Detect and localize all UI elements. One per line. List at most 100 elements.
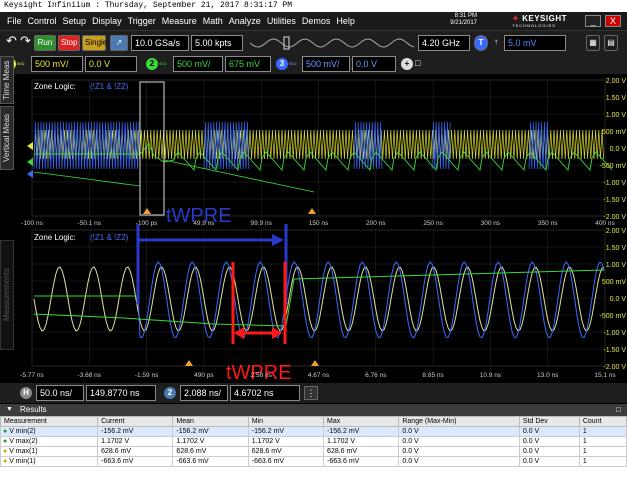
menu-display[interactable]: Display	[89, 16, 125, 26]
measurement-value: 1.1702 V	[97, 436, 174, 447]
timebase-navigator[interactable]	[250, 36, 415, 50]
menu-math[interactable]: Math	[200, 16, 226, 26]
menu-file[interactable]: File	[4, 16, 25, 26]
add-channel-icon[interactable]: +	[401, 58, 413, 70]
redo-icon[interactable]: ↷	[18, 34, 33, 51]
results-col-header[interactable]: Max	[323, 416, 400, 427]
memory-depth-field[interactable]: 5.00 kpts	[191, 35, 243, 51]
y-tick-label: 2.00 V	[606, 228, 627, 235]
results-col-header[interactable]: Range (Max-Min)	[398, 416, 520, 427]
channel-2-icon[interactable]: 2	[146, 58, 158, 70]
measurement-value: 0.0 V	[398, 436, 520, 447]
single-button[interactable]: Single	[82, 35, 107, 51]
channel-3-scale[interactable]: 500 mV/	[302, 56, 350, 72]
menu-measure[interactable]: Measure	[159, 16, 200, 26]
trigger-level-field[interactable]: 5.0 mV	[504, 35, 566, 51]
x-tick-label: 200 ns	[366, 220, 386, 227]
menu-demos[interactable]: Demos	[299, 16, 334, 26]
minimize-button[interactable]: _	[585, 15, 601, 27]
y-tick-label: -1.50 V	[603, 197, 626, 204]
measurement-value: -663.6 mV	[172, 456, 249, 467]
channel-ground-markers	[27, 142, 33, 178]
x-tick-label: 8.85 ns	[422, 372, 444, 379]
top-zone-expr: (!Z1 & !Z2)	[90, 82, 129, 91]
horizontal-icon[interactable]: H	[20, 387, 32, 399]
results-col-header[interactable]: Current	[97, 416, 174, 427]
undo-icon[interactable]: ↶	[4, 34, 19, 51]
horizontal-menu-icon[interactable]: ⋮	[304, 386, 318, 400]
collapse-icon[interactable]: ▼	[6, 404, 13, 416]
layout-icon[interactable]: ▦	[586, 35, 600, 51]
x-tick-label: -50.1 ns	[78, 220, 102, 227]
run-button[interactable]: Run	[34, 35, 56, 51]
channel-1-scale[interactable]: 500 mV/	[31, 56, 83, 72]
menu-trigger[interactable]: Trigger	[125, 16, 159, 26]
measurement-value: 0.0 V	[398, 446, 520, 457]
stop-button[interactable]: Stop	[58, 35, 80, 51]
measurement-value: 1	[578, 426, 627, 437]
channel-1-impedance: 50Ω	[17, 61, 25, 66]
auto-scale-icon[interactable]: ↗	[110, 35, 128, 51]
results-col-header[interactable]: Count	[578, 416, 627, 427]
channel-3-offset[interactable]: 0.0 V	[352, 56, 396, 72]
pin-icon[interactable]: □	[415, 58, 420, 68]
close-button[interactable]: X	[605, 15, 621, 27]
measurement-value: 0.0 V	[398, 426, 520, 437]
results-col-header[interactable]: Min	[247, 416, 325, 427]
channel-2-scale[interactable]: 500 mV/	[173, 56, 223, 72]
channel-3-icon[interactable]: 3	[276, 58, 288, 70]
y-tick-label: 1.00 V	[606, 112, 627, 119]
results-row[interactable]: ● V max(1) 628.6 mV 628.6 mV 628.6 mV 628.6 …	[0, 446, 627, 457]
menu-bar: File Control Setup Display Trigger Measure Mat…	[0, 12, 627, 30]
sample-rate-field[interactable]: 10.0 GSa/s	[131, 35, 189, 51]
zoom-scale-field[interactable]: 2.088 ns/	[180, 385, 228, 401]
measurement-value: 0.0 V	[398, 456, 520, 467]
menu-utilities[interactable]: Utilities	[264, 16, 299, 26]
bottom-zone-title: Zone Logic:	[34, 233, 76, 242]
tab-vertical-meas[interactable]: Vertical Meas	[0, 106, 14, 170]
x-tick-label: 99.9 ns	[251, 220, 273, 227]
trigger-source-icon[interactable]: T	[474, 35, 488, 51]
x-tick-label: 490 ps	[194, 372, 214, 379]
results-row[interactable]: ● V min(1) -663.6 mV -663.6 mV -663.6 mV -66…	[0, 456, 627, 467]
tab-measurements[interactable]: Measurements	[0, 240, 14, 350]
measurement-value: 0.0 V	[518, 456, 580, 467]
y-tick-label: -1.00 V	[603, 180, 626, 187]
y-tick-label: -1.50 V	[603, 347, 626, 354]
y-tick-label: 1.50 V	[606, 245, 627, 252]
brand-name: KEYSIGHT	[522, 14, 567, 23]
x-tick-label: 4.67 ns	[308, 372, 330, 379]
clock-date: 9/21/2017	[450, 20, 477, 26]
bandwidth-field[interactable]: 4.20 GHz	[418, 35, 470, 51]
channel-2-impedance: 50Ω	[159, 61, 167, 66]
brand-logo: ✦ KEYSIGHT TECHNOLOGIES	[512, 14, 567, 28]
results-col-header[interactable]: Std Dev	[518, 416, 580, 427]
results-title: Results	[20, 405, 47, 414]
results-row[interactable]: ● V min(2) -156.2 mV -156.2 mV -156.2 mV -15…	[0, 426, 627, 437]
channel-1-offset[interactable]: 0.0 V	[85, 56, 137, 72]
y-tick-label: 2.00 V	[606, 78, 627, 85]
menu-help[interactable]: Help	[333, 16, 358, 26]
x-tick-label: 49.9 ns	[193, 220, 215, 227]
menu-setup[interactable]: Setup	[60, 16, 90, 26]
channel-2-offset[interactable]: 675 mV	[225, 56, 271, 72]
trigger-slope-icon[interactable]: ↑	[490, 35, 502, 51]
results-close-icon[interactable]: □	[616, 404, 621, 416]
menu-analyze[interactable]: Analyze	[226, 16, 264, 26]
measurement-channel-icon: ●	[3, 438, 10, 445]
panel-icon[interactable]: ▤	[604, 35, 618, 51]
results-col-header[interactable]: Mean	[172, 416, 249, 427]
x-tick-label: 150 ns	[309, 220, 329, 227]
measurement-value: 1	[578, 456, 627, 467]
zoom-position-field[interactable]: 4.6702 ns	[230, 385, 300, 401]
tab-time-meas[interactable]: Time Meas	[0, 56, 14, 104]
horizontal-scale-field[interactable]: 50.0 ns/	[36, 385, 84, 401]
results-row[interactable]: ● V max(2) 1.1702 V 1.1702 V 1.1702 V 1.1702…	[0, 436, 627, 447]
horizontal-position-field[interactable]: 149.8770 ns	[86, 385, 156, 401]
zoom-icon[interactable]: 2	[164, 387, 176, 399]
channel-3-impedance: 50Ω	[289, 61, 297, 66]
x-tick-label: 2.58 ns	[251, 372, 273, 379]
measurement-value: 628.6 mV	[247, 446, 325, 457]
results-col-header[interactable]: Measurement	[0, 416, 99, 427]
menu-control[interactable]: Control	[25, 16, 60, 26]
